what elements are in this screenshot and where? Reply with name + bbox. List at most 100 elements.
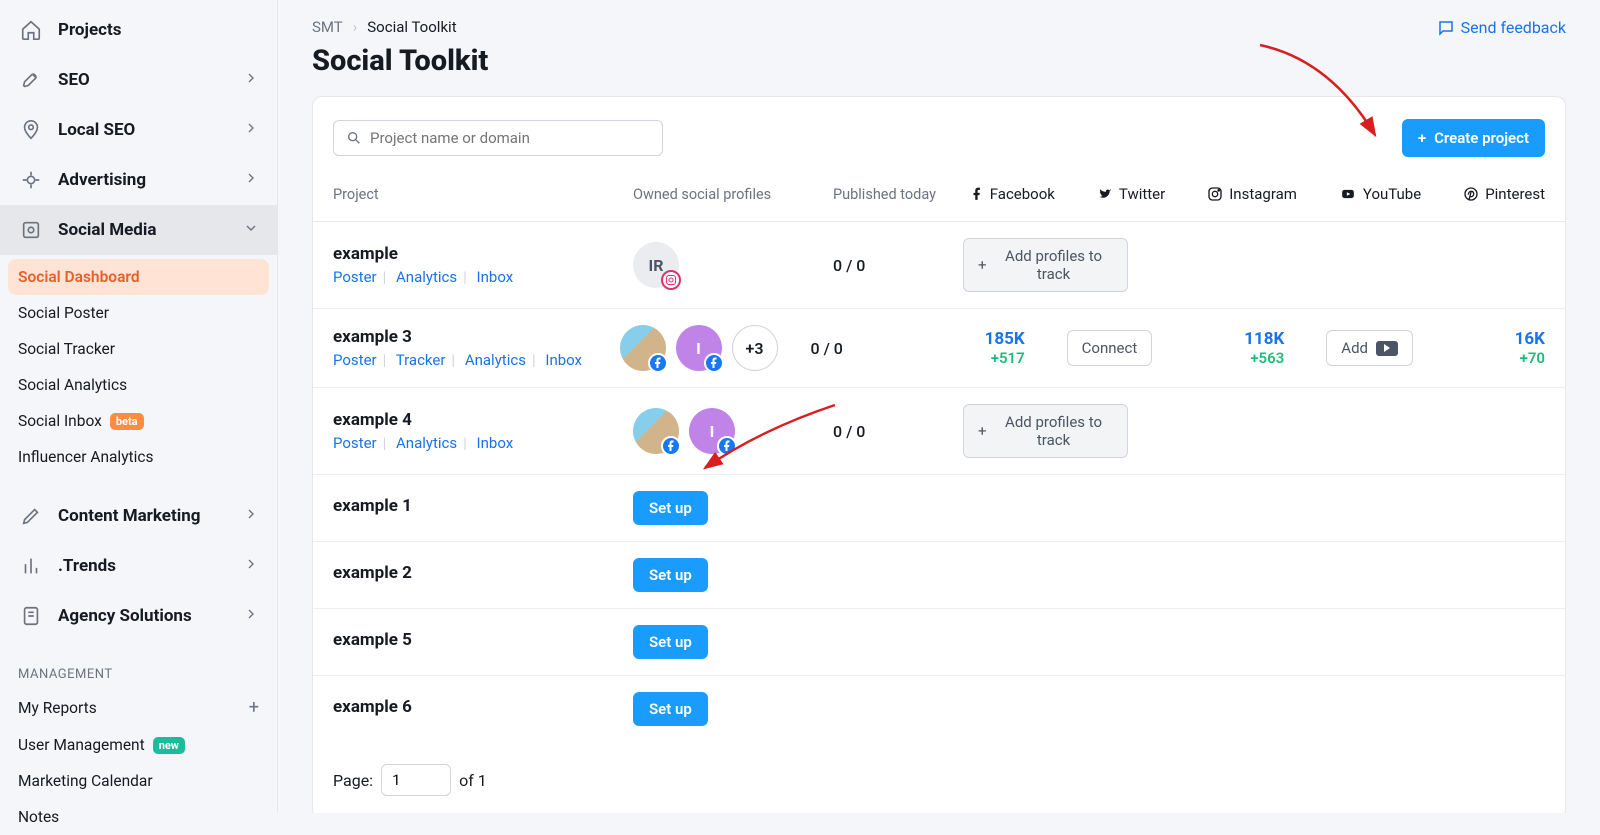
project-name[interactable]: example 1 <box>333 496 633 516</box>
avatar[interactable] <box>620 325 666 371</box>
pinterest-icon <box>1463 186 1479 202</box>
sidebar: Projects SEO Local SEO Advertising Socia… <box>0 0 278 813</box>
subnav-influencer[interactable]: Influencer Analytics <box>0 439 277 475</box>
nav-agency[interactable]: Agency Solutions <box>0 591 277 641</box>
create-project-button[interactable]: + Create project <box>1402 119 1545 157</box>
subnav-dashboard[interactable]: Social Dashboard <box>8 259 269 295</box>
breadcrumb-root[interactable]: SMT <box>312 18 343 36</box>
published-count: 0 / 0 <box>833 422 963 441</box>
project-links: Poster| Analytics| Inbox <box>333 268 633 286</box>
chevron-right-icon <box>243 120 259 141</box>
social-icon <box>18 217 44 243</box>
avatar[interactable]: IR <box>633 242 679 288</box>
chevron-right-icon <box>243 170 259 191</box>
home-icon <box>18 17 44 43</box>
subnav-analytics[interactable]: Social Analytics <box>0 367 277 403</box>
th-project: Project <box>333 186 633 203</box>
facebook-cell: 185K+517 <box>935 329 1025 367</box>
breadcrumb-current: Social Toolkit <box>367 18 456 36</box>
project-name[interactable]: example 6 <box>333 697 633 717</box>
nav-local-seo[interactable]: Local SEO <box>0 105 277 155</box>
instagram-cell: 118K+563 <box>1194 329 1284 367</box>
project-name[interactable]: example <box>333 244 633 264</box>
subnav-poster[interactable]: Social Poster <box>0 295 277 331</box>
add-profiles-button[interactable]: +Add profiles to track <box>963 404 1128 458</box>
th-networks: Facebook Twitter Instagram YouTube Pinte… <box>963 185 1545 203</box>
chevron-right-icon: › <box>353 18 358 36</box>
facebook-icon <box>717 436 737 456</box>
search-field[interactable] <box>370 129 650 147</box>
th-pinterest: Pinterest <box>1463 185 1545 203</box>
search-input[interactable] <box>333 120 663 156</box>
pager: Page: of 1 <box>313 742 1565 813</box>
mgmt-calendar[interactable]: Marketing Calendar <box>0 763 277 799</box>
project-links: Poster| Analytics| Inbox <box>333 434 633 452</box>
link-poster[interactable]: Poster <box>333 268 377 286</box>
link-analytics[interactable]: Analytics <box>396 434 457 452</box>
main: SMT › Social Toolkit Send feedback Socia… <box>278 0 1600 813</box>
chat-icon <box>1437 19 1455 37</box>
plus-icon: + <box>978 256 987 274</box>
nav-advertising[interactable]: Advertising <box>0 155 277 205</box>
link-inbox[interactable]: Inbox <box>545 351 582 369</box>
send-feedback-link[interactable]: Send feedback <box>1437 18 1566 37</box>
subnav-tracker[interactable]: Social Tracker <box>0 331 277 367</box>
add-profiles-button[interactable]: +Add profiles to track <box>963 238 1128 292</box>
table-row: example Poster| Analytics| Inbox IR 0 / … <box>313 222 1565 309</box>
nav-content-marketing[interactable]: Content Marketing <box>0 491 277 541</box>
mgmt-notes[interactable]: Notes <box>0 799 277 835</box>
badge-new: new <box>153 737 185 754</box>
setup-button[interactable]: Set up <box>633 491 708 525</box>
link-analytics[interactable]: Analytics <box>396 268 457 286</box>
nav-social-media[interactable]: Social Media <box>0 205 277 255</box>
instagram-icon <box>1207 186 1223 202</box>
mgmt-user-management[interactable]: User Managementnew <box>0 727 277 763</box>
link-tracker[interactable]: Tracker <box>396 351 446 369</box>
table-row: example 6 Set up <box>313 676 1565 742</box>
table-row: example 4 Poster| Analytics| Inbox I 0 /… <box>313 388 1565 475</box>
nav-trends[interactable]: .Trends <box>0 541 277 591</box>
nav-label: Advertising <box>58 170 146 190</box>
more-avatars[interactable]: +3 <box>732 325 778 371</box>
link-poster[interactable]: Poster <box>333 434 377 452</box>
avatar[interactable]: I <box>689 408 735 454</box>
bars-icon <box>18 553 44 579</box>
project-name[interactable]: example 5 <box>333 630 633 650</box>
plus-icon: + <box>978 422 987 440</box>
facebook-icon <box>704 353 724 373</box>
avatar[interactable]: I <box>676 325 722 371</box>
mgmt-my-reports[interactable]: My Reports+ <box>0 688 277 727</box>
pager-input[interactable] <box>381 764 451 796</box>
link-analytics[interactable]: Analytics <box>465 351 526 369</box>
subnav-inbox[interactable]: Social Inboxbeta <box>0 403 277 439</box>
mgmt-label: MANAGEMENT <box>0 653 277 688</box>
setup-button[interactable]: Set up <box>633 625 708 659</box>
th-published: Published today <box>833 186 963 203</box>
link-inbox[interactable]: Inbox <box>477 268 514 286</box>
add-youtube-button[interactable]: Add <box>1326 330 1413 366</box>
connect-twitter-button[interactable]: Connect <box>1067 330 1153 366</box>
link-inbox[interactable]: Inbox <box>477 434 514 452</box>
facebook-icon <box>661 436 681 456</box>
plus-icon[interactable]: + <box>249 697 259 718</box>
setup-button[interactable]: Set up <box>633 692 708 726</box>
plus-icon: + <box>1418 129 1426 147</box>
project-links: Poster| Tracker| Analytics| Inbox <box>333 351 620 369</box>
nav-projects[interactable]: Projects <box>0 5 277 55</box>
setup-button[interactable]: Set up <box>633 558 708 592</box>
subnav: Social Dashboard Social Poster Social Tr… <box>0 255 277 479</box>
pager-of: of 1 <box>459 771 487 790</box>
youtube-icon <box>1339 187 1357 201</box>
project-name[interactable]: example 3 <box>333 327 620 347</box>
th-instagram: Instagram <box>1207 185 1297 203</box>
nav-label: Local SEO <box>58 120 135 140</box>
facebook-icon <box>970 187 984 201</box>
toolbar: + Create project <box>313 97 1565 175</box>
th-facebook: Facebook <box>970 185 1055 203</box>
chevron-right-icon <box>243 506 259 527</box>
project-name[interactable]: example 4 <box>333 410 633 430</box>
link-poster[interactable]: Poster <box>333 351 377 369</box>
project-name[interactable]: example 2 <box>333 563 633 583</box>
nav-seo[interactable]: SEO <box>0 55 277 105</box>
avatar[interactable] <box>633 408 679 454</box>
